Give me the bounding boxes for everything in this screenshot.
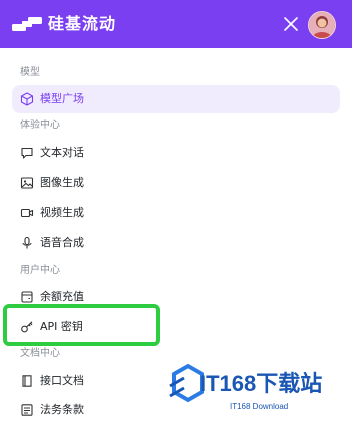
cube-icon: [20, 92, 34, 106]
video-icon: [20, 206, 34, 220]
nav-item-image-gen[interactable]: 图像生成: [12, 169, 340, 197]
watermark: IT168下载站 IT168 Download: [166, 358, 346, 418]
annotation-highlight-box: [3, 304, 160, 346]
section-label-docs: 文档中心: [20, 348, 60, 359]
app-header: 硅基流动: [0, 0, 352, 48]
section-label-experience: 体验中心: [20, 120, 60, 131]
microphone-icon: [20, 236, 34, 250]
nav-item-model-square[interactable]: 模型广场: [12, 85, 340, 113]
chat-icon: [20, 146, 34, 160]
user-avatar[interactable]: [308, 11, 336, 39]
nav-item-video-gen[interactable]: 视频生成: [12, 199, 340, 227]
nav-item-label: 语音合成: [40, 236, 84, 249]
section-label-user: 用户中心: [20, 265, 60, 276]
nav-item-text-chat[interactable]: 文本对话: [12, 139, 340, 167]
section-label-models: 模型: [20, 67, 40, 78]
siliconflow-logo-icon[interactable]: [12, 15, 42, 33]
app-name: 硅基流动: [48, 14, 117, 33]
nav-item-label: 接口文档: [40, 374, 84, 387]
nav-item-speech-synth[interactable]: 语音合成: [12, 229, 340, 257]
nav-item-label: 模型广场: [40, 92, 84, 105]
image-icon: [20, 176, 34, 190]
document-icon: [20, 403, 34, 417]
nav-item-label: 余额充值: [40, 290, 84, 303]
close-icon[interactable]: [282, 15, 300, 33]
book-icon: [20, 374, 34, 388]
nav-item-label: 文本对话: [40, 146, 84, 159]
nav-item-label: 图像生成: [40, 176, 84, 189]
nav-item-label: 法务条款: [40, 403, 84, 416]
watermark-brand: IT168下载站: [200, 371, 323, 396]
wallet-icon: [20, 290, 34, 304]
watermark-subtitle: IT168 Download: [230, 402, 289, 411]
nav-item-label: 视频生成: [40, 206, 84, 219]
